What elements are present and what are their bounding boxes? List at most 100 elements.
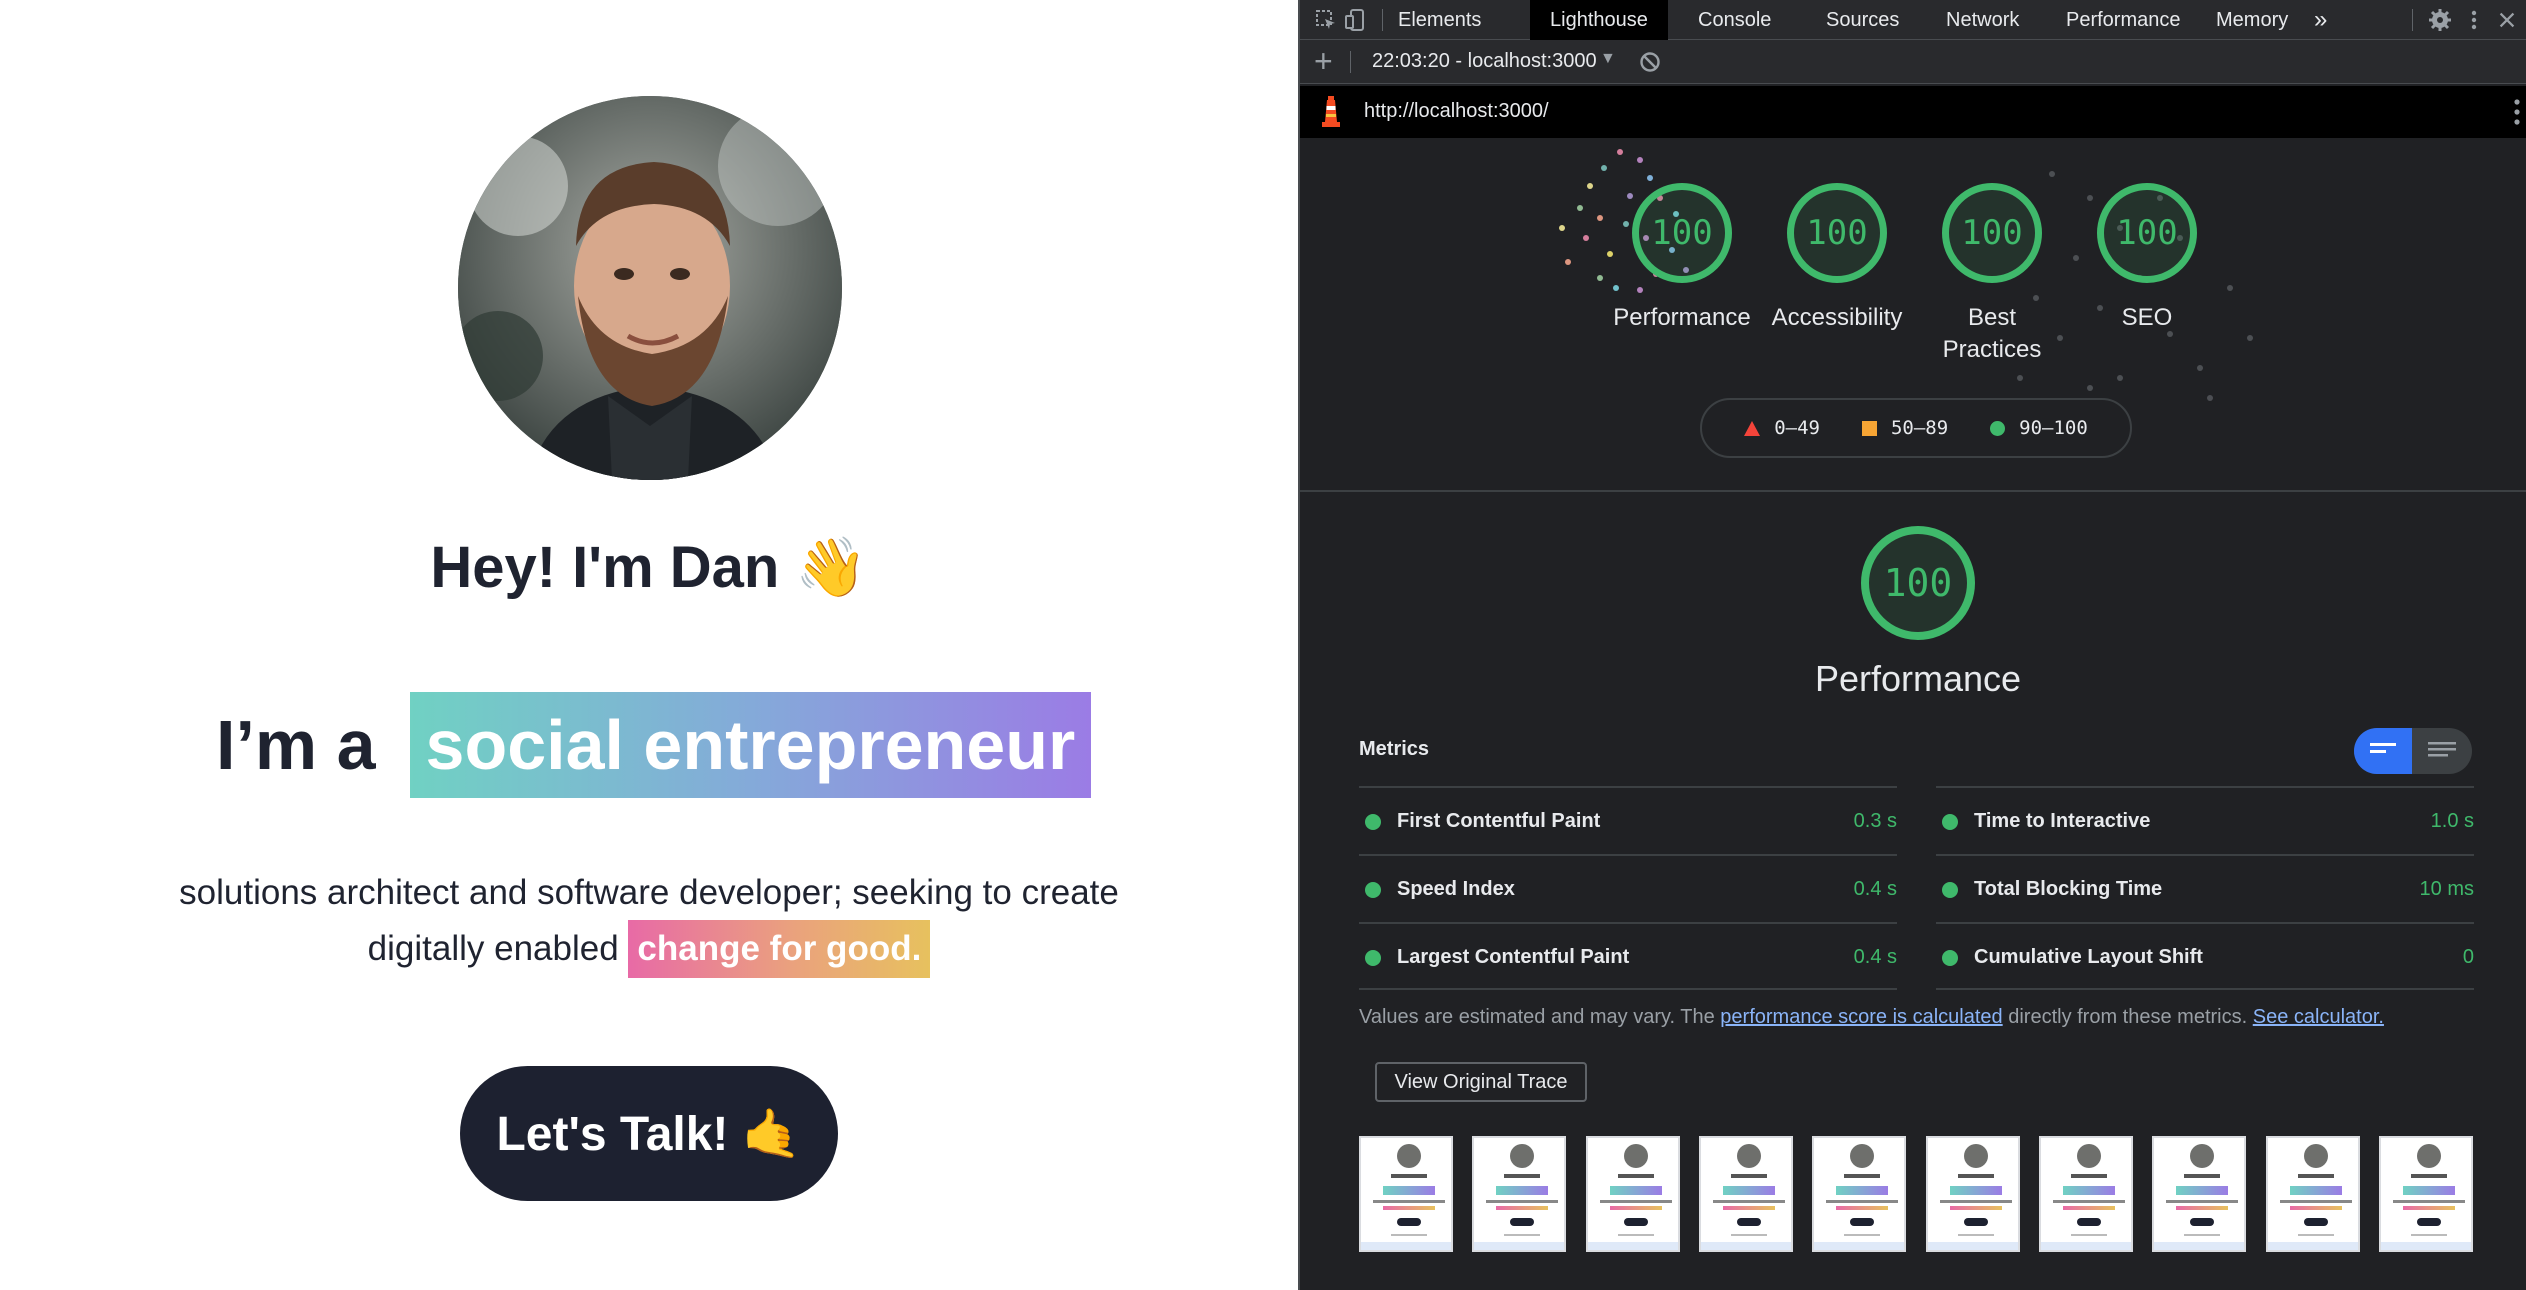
- tab-memory[interactable]: Memory: [2196, 0, 2308, 40]
- pass-dot-icon: [1365, 950, 1381, 966]
- frame-content: [1737, 1144, 1761, 1168]
- frame-content: [1731, 1234, 1767, 1236]
- metric-value: 0: [2462, 946, 2474, 968]
- frame-content: [1373, 1200, 1445, 1203]
- tab-network[interactable]: Network: [1926, 0, 2039, 40]
- frame-content: [1504, 1174, 1540, 1178]
- tab-console[interactable]: Console: [1678, 0, 1791, 40]
- close-icon[interactable]: [2496, 8, 2518, 32]
- frame-content: [1701, 1242, 1791, 1250]
- gear-icon[interactable]: [2428, 8, 2452, 32]
- frame-content: [1836, 1206, 1888, 1210]
- frame-content: [1844, 1234, 1880, 1236]
- pass-dot-icon: [1365, 814, 1381, 830]
- legend-average-range: 50–89: [1890, 417, 1949, 439]
- frame-content: [2417, 1218, 2441, 1226]
- best-practices-label[interactable]: Best Practices: [1907, 302, 2077, 366]
- toolbar-divider: [2412, 9, 2413, 31]
- accessibility-score-gauge[interactable]: 100: [1787, 183, 1887, 283]
- legend-good-range: 90–100: [2019, 417, 2088, 439]
- chevron-down-icon[interactable]: ▼: [1600, 50, 1616, 68]
- frame-content: [2280, 1200, 2352, 1203]
- clear-reports-icon[interactable]: [1638, 50, 1662, 74]
- performance-score-gauge[interactable]: 100: [1632, 183, 1732, 283]
- frame-content: [1588, 1242, 1678, 1250]
- frame-content: [2053, 1200, 2125, 1203]
- accessibility-label[interactable]: Accessibility: [1752, 302, 1922, 334]
- tab-sources[interactable]: Sources: [1806, 0, 1919, 40]
- frame-content: [1844, 1174, 1880, 1178]
- pass-dot-icon: [1365, 882, 1381, 898]
- tab-elements[interactable]: Elements: [1378, 0, 1501, 40]
- more-tabs-chevron-icon[interactable]: »: [2304, 0, 2337, 40]
- tab-lighthouse[interactable]: Lighthouse: [1530, 0, 1668, 40]
- frame-content: [1723, 1206, 1775, 1210]
- frame-content: [1928, 1242, 2018, 1250]
- frame-content: [2176, 1206, 2228, 1210]
- seo-label[interactable]: SEO: [2062, 302, 2232, 334]
- red-triangle-icon: [1744, 420, 1761, 436]
- pass-dot-icon: [1942, 814, 1958, 830]
- metric-row: Speed Index 0.4 s: [1359, 854, 1897, 922]
- frame-content: [1964, 1144, 1988, 1168]
- frame-content: [1600, 1200, 1672, 1203]
- toolbar-divider: [1350, 51, 1351, 73]
- lighthouse-logo-icon: [1322, 96, 1340, 127]
- metric-value: 0.3 s: [1853, 810, 1897, 832]
- frame-content: [2290, 1206, 2342, 1210]
- frame-content: [2417, 1144, 2441, 1168]
- frame-content: [2063, 1206, 2115, 1210]
- frame-content: [1610, 1186, 1662, 1195]
- tagline-highlight: change for good.: [628, 920, 931, 978]
- best-practices-score-gauge[interactable]: 100: [1942, 183, 2042, 283]
- frame-content: [1383, 1186, 1435, 1195]
- see-calculator-link[interactable]: See calculator.: [2253, 1006, 2384, 1028]
- frame-content: [2411, 1234, 2447, 1236]
- frame-content: [1624, 1218, 1648, 1226]
- report-menu-icon[interactable]: [2514, 98, 2520, 126]
- metric-row: Cumulative Layout Shift 0: [1936, 922, 2474, 990]
- section-divider: [1300, 490, 2526, 492]
- frame-content: [2176, 1186, 2228, 1195]
- score-calculated-link[interactable]: performance score is calculated: [1720, 1006, 2002, 1028]
- frame-content: [2403, 1206, 2455, 1210]
- frame-content: [1850, 1144, 1874, 1168]
- metric-name: Largest Contentful Paint: [1397, 946, 1630, 968]
- greeting-heading: Hey! I'm Dan 👋: [430, 535, 868, 600]
- device-toolbar-icon[interactable]: [1344, 8, 1368, 32]
- filmstrip-frame: [2039, 1136, 2133, 1252]
- report-select[interactable]: 22:03:20 - localhost:3000: [1372, 50, 1597, 73]
- report-url[interactable]: http://localhost:3000/: [1364, 100, 1549, 123]
- frame-content: [1504, 1234, 1540, 1236]
- filmstrip-frame: [1359, 1136, 1453, 1252]
- metric-row: Total Blocking Time 10 ms: [1936, 854, 2474, 922]
- frame-content: [1940, 1200, 2012, 1203]
- best-practices-label-line-2: Practices: [1942, 336, 2042, 363]
- frame-content: [1958, 1234, 1994, 1236]
- new-report-plus-icon[interactable]: +: [1314, 44, 1333, 78]
- frame-content: [2077, 1144, 2101, 1168]
- role-highlight: social entrepreneur: [409, 692, 1092, 798]
- metrics-view-toggle[interactable]: [2354, 728, 2472, 774]
- frame-content: [2290, 1186, 2342, 1195]
- frame-content: [1361, 1242, 1451, 1250]
- filmstrip-frame: [1586, 1136, 1680, 1252]
- tagline-line-2: digitally enabled change for good.: [0, 920, 1298, 978]
- view-original-trace-button[interactable]: View Original Trace: [1375, 1062, 1587, 1102]
- frame-content: [1474, 1242, 1564, 1250]
- more-options-icon[interactable]: [2462, 8, 2486, 32]
- frame-content: [2304, 1144, 2328, 1168]
- frame-content: [2041, 1242, 2131, 1250]
- frame-content: [1850, 1218, 1874, 1226]
- frame-content: [1383, 1206, 1435, 1210]
- toggle-summary-view[interactable]: [2354, 728, 2412, 774]
- performance-label[interactable]: Performance: [1597, 302, 1767, 334]
- frame-content: [1391, 1234, 1427, 1236]
- tab-performance[interactable]: Performance: [2046, 0, 2201, 40]
- lighthouse-toolbar: + 22:03:20 - localhost:3000 ▼: [1300, 40, 2526, 84]
- lets-talk-button[interactable]: Let's Talk! 🤙: [460, 1066, 838, 1201]
- metric-name: Time to Interactive: [1974, 810, 2151, 832]
- toggle-expanded-view[interactable]: [2412, 728, 2472, 774]
- inspect-element-icon[interactable]: [1314, 8, 1338, 32]
- seo-score-gauge[interactable]: 100: [2097, 183, 2197, 283]
